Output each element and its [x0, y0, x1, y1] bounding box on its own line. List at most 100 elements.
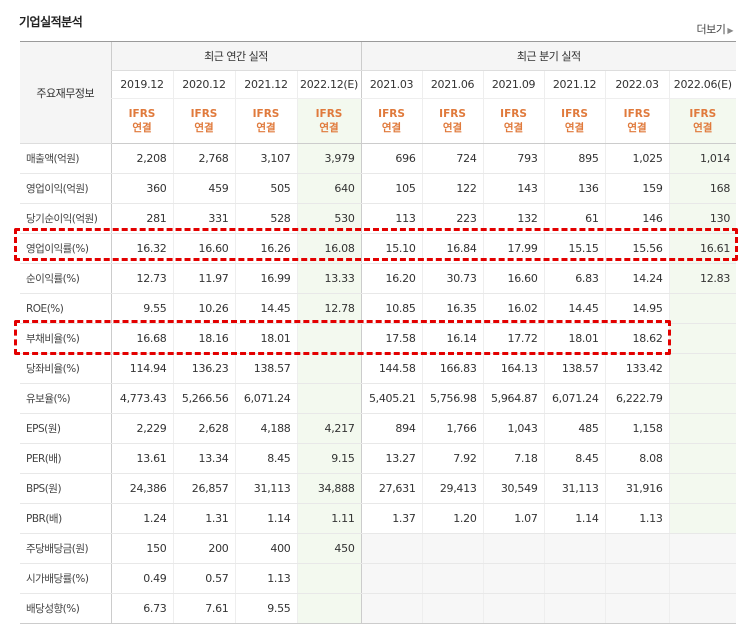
ifrs-bottom: 연결 — [627, 122, 647, 134]
ifrs-badge: IFRS 연결 — [482, 98, 545, 144]
period-header: 2022.06(E) — [668, 70, 737, 99]
row-label: 매출액(억원) — [20, 143, 111, 174]
period-header: 2021.06 — [421, 70, 484, 99]
table-cell — [360, 593, 423, 624]
table-cell: 15.15 — [543, 233, 606, 264]
table-row: 영업이익률(%) 16.32 16.60 16.26 16.08 15.10 16.84 17… — [20, 233, 737, 264]
table-cell: 31,113 — [543, 473, 606, 504]
table-cell: 13.61 — [110, 443, 173, 474]
table-cell: 130 — [668, 203, 737, 234]
table-row: 시가배당률(%) 0.49 0.57 1.13 — [20, 563, 737, 594]
table-cell: 12.83 — [668, 263, 737, 294]
table-cell: 11.97 — [172, 263, 235, 294]
table-cell: 3,979 — [296, 143, 362, 174]
table-cell: 2,768 — [172, 143, 235, 174]
table-row: PBR(배) 1.24 1.31 1.14 1.11 1.37 1.20 1.07 1.14 1.… — [20, 503, 737, 534]
table-cell: 18.62 — [604, 323, 670, 354]
table-cell: 24,386 — [110, 473, 173, 504]
table-cell: 9.55 — [110, 293, 173, 324]
table-cell: 16.60 — [172, 233, 235, 264]
table-cell: 1.13 — [234, 563, 297, 594]
table-cell: 12.78 — [296, 293, 362, 324]
table-cell: 281 — [110, 203, 173, 234]
table-cell: 16.35 — [421, 293, 484, 324]
ifrs-top: IFRS — [500, 108, 527, 120]
table-cell: 13.34 — [172, 443, 235, 474]
table-cell — [668, 593, 737, 624]
period-header: 2021.09 — [482, 70, 545, 99]
table-cell: 105 — [360, 173, 423, 204]
table-cell: 1.31 — [172, 503, 235, 534]
table-cell: 18.16 — [172, 323, 235, 354]
table-cell: 31,916 — [604, 473, 670, 504]
table-cell: 132 — [482, 203, 545, 234]
table-cell — [543, 533, 606, 564]
period-header: 2021.12 — [234, 70, 297, 99]
ifrs-badge: IFRS 연결 — [172, 98, 235, 144]
table-row: 유보율(%) 4,773.43 5,266.56 6,071.24 5,405.21 5,… — [20, 383, 737, 414]
period-header: 2022.03 — [604, 70, 670, 99]
table-cell — [421, 593, 484, 624]
table-cell: 34,888 — [296, 473, 362, 504]
table-cell: 331 — [172, 203, 235, 234]
financial-table: 주요재무정보 최근 연간 실적 최근 분기 실적 2019.12 2020.12 2… — [20, 41, 737, 624]
table-cell — [421, 563, 484, 594]
table-cell: 1.14 — [234, 503, 297, 534]
more-label: 더보기 — [696, 23, 726, 36]
table-cell: 450 — [296, 533, 362, 564]
table-cell: 400 — [234, 533, 297, 564]
table-row: 주당배당금(원) 150 200 400 450 — [20, 533, 737, 564]
table-cell: 640 — [296, 173, 362, 204]
table-cell: 16.99 — [234, 263, 297, 294]
table-cell: 724 — [421, 143, 484, 174]
quarter-header: 최근 분기 실적 — [360, 41, 737, 71]
table-cell: 164.13 — [482, 353, 545, 384]
table-cell: 1.11 — [296, 503, 362, 534]
row-label: 당기순이익(억원) — [20, 203, 111, 234]
table-cell: 1.37 — [360, 503, 423, 534]
table-cell — [360, 563, 423, 594]
table-cell: 1,158 — [604, 413, 670, 444]
annual-header: 최근 연간 실적 — [110, 41, 362, 71]
table-cell: 16.14 — [421, 323, 484, 354]
table-cell: 143 — [482, 173, 545, 204]
table-cell: 15.56 — [604, 233, 670, 264]
table-cell: 14.24 — [604, 263, 670, 294]
table-cell: 159 — [604, 173, 670, 204]
table-cell: 16.02 — [482, 293, 545, 324]
table-cell: 9.15 — [296, 443, 362, 474]
ifrs-top: IFRS — [190, 108, 218, 120]
period-header: 2021.12 — [543, 70, 606, 99]
table-cell: 459 — [172, 173, 235, 204]
table-cell — [668, 503, 737, 534]
table-row: 부채비율(%) 16.68 18.16 18.01 17.58 16.14 17.72 18.… — [20, 323, 737, 354]
table-cell: 138.57 — [543, 353, 606, 384]
table-cell: 16.84 — [421, 233, 484, 264]
ifrs-top: IFRS — [439, 108, 466, 120]
row-label: 부채비율(%) — [20, 323, 111, 354]
ifrs-bottom: 연결 — [693, 122, 713, 134]
table-cell: 223 — [421, 203, 484, 234]
table-cell: 200 — [172, 533, 235, 564]
table-cell: 133.42 — [604, 353, 670, 384]
row-label: PBR(배) — [20, 503, 111, 534]
table-cell: 1.20 — [421, 503, 484, 534]
table-cell: 696 — [360, 143, 423, 174]
table-cell: 16.20 — [360, 263, 423, 294]
table-cell: 13.33 — [296, 263, 362, 294]
table-cell: 16.61 — [668, 233, 737, 264]
table-cell: 27,631 — [360, 473, 423, 504]
table-cell: 14.45 — [543, 293, 606, 324]
row-header-label: 주요재무정보 — [20, 41, 111, 144]
table-cell: 7.61 — [172, 593, 235, 624]
table-cell: 146 — [604, 203, 670, 234]
table-cell: 15.10 — [360, 233, 423, 264]
table-cell: 6.73 — [110, 593, 173, 624]
table-cell: 5,405.21 — [360, 383, 423, 414]
table-cell: 6,071.24 — [234, 383, 297, 414]
table-cell: 2,229 — [110, 413, 173, 444]
more-link[interactable]: 더보기 ▶ — [696, 21, 733, 37]
table-cell: 16.26 — [234, 233, 297, 264]
row-label: 순이익률(%) — [20, 263, 111, 294]
table-cell: 10.85 — [360, 293, 423, 324]
